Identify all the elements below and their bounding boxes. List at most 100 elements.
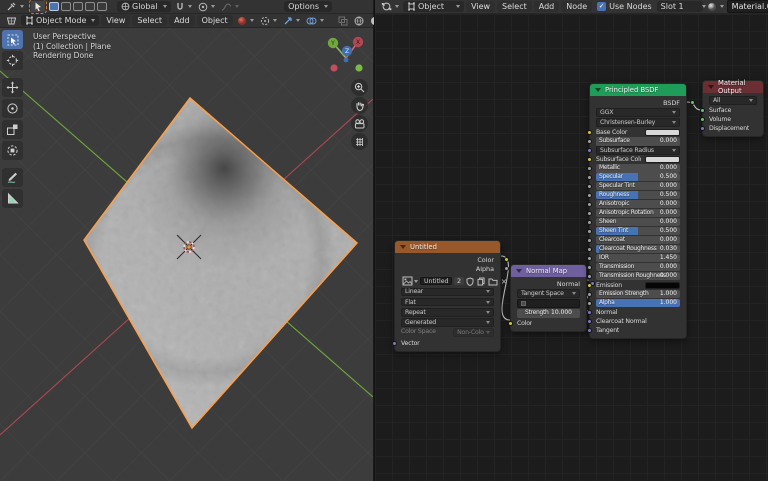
bsdf-output[interactable]: BSDF <box>590 98 686 107</box>
menu-view[interactable]: View <box>101 15 130 26</box>
output-socket[interactable] <box>504 266 509 271</box>
input-socket[interactable] <box>587 157 592 162</box>
bsdf-input-metallic[interactable]: Metallic0.000 <box>596 164 680 172</box>
pan-view-button[interactable] <box>351 97 368 114</box>
slot-dropdown[interactable]: Slot 1 <box>657 1 703 12</box>
shader-type-dropdown[interactable]: Object <box>403 1 464 12</box>
sss-method-select[interactable]: Christensen-Burley <box>596 118 680 127</box>
input-socket[interactable] <box>587 292 592 297</box>
principled-bsdf-header[interactable]: Principled BSDF <box>590 84 686 96</box>
node-image-texture[interactable]: Untitled Color Alpha Unt <box>394 240 501 352</box>
input-socket[interactable] <box>700 126 705 131</box>
menu-object[interactable]: Object <box>197 15 233 26</box>
shading-wireframe-button[interactable] <box>352 15 366 27</box>
bsdf-input-alpha[interactable]: Alpha1.000 <box>596 299 680 307</box>
pivot-point-dropdown[interactable] <box>258 15 279 27</box>
subsurface-radius-select[interactable]: Subsurface Radius <box>596 146 680 155</box>
gizmos-dropdown[interactable] <box>281 15 302 27</box>
image-name-field[interactable]: Untitled <box>420 277 452 286</box>
input-socket[interactable] <box>587 148 592 153</box>
image-open-button[interactable] <box>488 277 498 286</box>
alpha-output[interactable]: Alpha <box>395 264 500 273</box>
active-tool-dropdown[interactable] <box>4 0 26 13</box>
normal-map-header[interactable]: Normal Map <box>511 265 586 277</box>
displacement-input[interactable]: Displacement <box>709 124 757 132</box>
interpolation-select[interactable]: Linear <box>401 288 494 297</box>
select-mode-subtract[interactable] <box>73 2 83 11</box>
input-socket[interactable] <box>587 310 592 315</box>
clearcoat-slider[interactable]: Clearcoat0.000 <box>596 236 680 244</box>
input-socket[interactable] <box>587 139 592 144</box>
uv-map-field[interactable] <box>517 299 580 308</box>
collapse-icon[interactable] <box>595 88 601 92</box>
bsdf-input-sheen[interactable]: Sheen0.000 <box>596 218 680 226</box>
select-mode-extend[interactable] <box>61 2 71 11</box>
input-socket[interactable] <box>587 211 592 216</box>
color-space-select[interactable]: Non-Color <box>453 328 494 337</box>
image-browse-dropdown[interactable] <box>402 276 418 286</box>
collapse-icon[interactable] <box>516 269 522 273</box>
falloff-dropdown[interactable] <box>219 1 241 13</box>
extension-select[interactable]: Repeat <box>401 308 494 317</box>
input-socket[interactable] <box>392 341 397 346</box>
node-menu-view[interactable]: View <box>466 1 495 12</box>
bsdf-input-sheen-tint[interactable]: Sheen Tint0.500 <box>596 227 680 235</box>
emission-color-swatch[interactable] <box>645 282 680 289</box>
transform-orientation-dropdown[interactable]: Global <box>117 1 171 12</box>
volume-input[interactable]: Volume <box>709 115 757 123</box>
gizmo-y-neg[interactable] <box>355 64 362 71</box>
sheen-slider[interactable]: Sheen0.000 <box>596 218 680 226</box>
node-principled-bsdf[interactable]: Principled BSDF BSDF GGX Christensen-Bur… <box>589 83 687 339</box>
input-socket[interactable] <box>700 117 705 122</box>
space-select[interactable]: Tangent Space <box>517 289 580 298</box>
sheen-tint-slider[interactable]: Sheen Tint0.500 <box>596 227 680 235</box>
bsdf-input-transmission[interactable]: Transmission0.000 <box>596 263 680 271</box>
emission-strength-slider[interactable]: Emission Strength1.000 <box>596 290 680 298</box>
mode-extras-dropdown[interactable] <box>235 15 256 27</box>
bsdf-input-roughness[interactable]: Roughness0.500 <box>596 191 680 199</box>
target-select[interactable]: All <box>709 96 757 105</box>
input-socket[interactable] <box>587 274 592 279</box>
subsurface-color-swatch[interactable] <box>645 156 680 163</box>
bsdf-input-emission-strength[interactable]: Emission Strength1.000 <box>596 290 680 298</box>
input-socket[interactable] <box>587 256 592 261</box>
subsurface-slider[interactable]: Subsurface0.000 <box>596 137 680 145</box>
mode-dropdown[interactable]: Object Mode <box>21 15 99 26</box>
bsdf-input-specular[interactable]: Specular0.500 <box>596 173 680 181</box>
input-socket[interactable] <box>587 166 592 171</box>
clearcoat-roughness-slider[interactable]: Clearcoat Roughness0.030 <box>596 245 680 253</box>
bsdf-input-subsurface[interactable]: Subsurface0.000 <box>596 137 680 145</box>
zoom-view-button[interactable] <box>351 79 368 96</box>
specular-slider[interactable]: Specular0.500 <box>596 173 680 181</box>
bsdf-input-emission[interactable]: Emission <box>596 281 680 289</box>
bsdf-input-ior[interactable]: IOR1.450 <box>596 254 680 262</box>
input-socket[interactable] <box>587 193 592 198</box>
tool-scale-button[interactable] <box>2 120 23 139</box>
gizmo-x-neg[interactable] <box>330 64 337 71</box>
vector-input[interactable]: Vector <box>401 339 494 347</box>
xray-toggle[interactable] <box>336 15 350 27</box>
menu-add[interactable]: Add <box>169 15 195 26</box>
overlays-dropdown[interactable] <box>304 15 326 27</box>
editor-type-button-shader[interactable] <box>379 0 401 13</box>
output-socket[interactable] <box>504 257 509 262</box>
image-texture-header[interactable]: Untitled <box>395 241 500 253</box>
node-menu-node[interactable]: Node <box>561 1 592 12</box>
tool-rotate-button[interactable] <box>2 99 23 118</box>
transmission-slider[interactable]: Transmission0.000 <box>596 263 680 271</box>
color-input[interactable]: Color <box>517 319 580 327</box>
image-unlink-button[interactable]: × <box>501 277 508 286</box>
snapping-dropdown[interactable] <box>173 1 194 13</box>
input-socket[interactable] <box>587 238 592 243</box>
source-select[interactable]: Generated <box>401 318 494 327</box>
input-socket[interactable] <box>587 184 592 189</box>
tool-annotate-button[interactable] <box>2 168 23 187</box>
viewport-canvas[interactable]: Y X Z User Perspective (1) Collection | … <box>0 28 373 481</box>
input-socket[interactable] <box>587 130 592 135</box>
bsdf-input-specular-tint[interactable]: Specular Tint0.000 <box>596 182 680 190</box>
bsdf-input-normal[interactable]: Normal <box>596 308 680 316</box>
input-socket[interactable] <box>587 220 592 225</box>
image-users-count[interactable]: 2 <box>454 277 463 285</box>
tool-transform-button[interactable] <box>2 141 23 160</box>
input-socket[interactable] <box>587 175 592 180</box>
